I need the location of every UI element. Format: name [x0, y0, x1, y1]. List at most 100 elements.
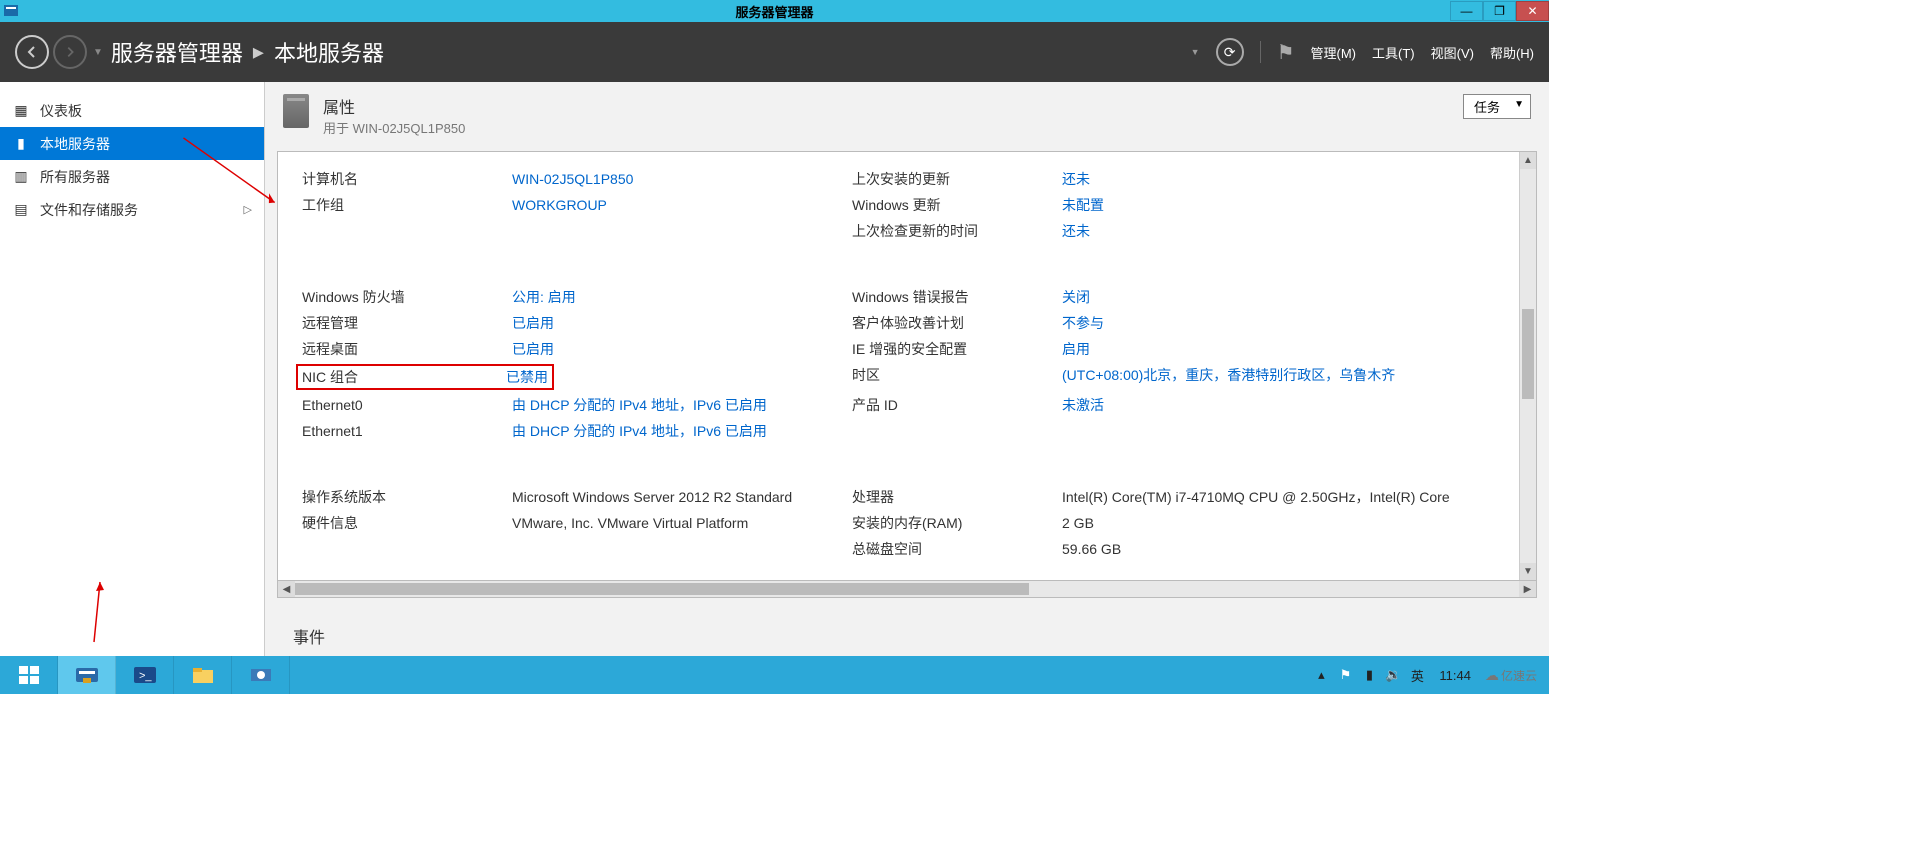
maximize-button[interactable]: ❐ [1483, 1, 1516, 21]
property-value[interactable]: 关闭 [1062, 286, 1495, 308]
sidebar-item-label: 文件和存储服务 [40, 200, 138, 220]
property-value[interactable]: (UTC+08:00)北京，重庆，香港特别行政区，乌鲁木齐 [1062, 364, 1495, 390]
menu-tools[interactable]: 工具(T) [1372, 43, 1415, 62]
watermark-text: 亿速云 [1501, 667, 1537, 684]
header-dropdown-icon[interactable]: ▼ [1191, 47, 1200, 57]
nav-forward-button[interactable] [53, 35, 87, 69]
task-settings[interactable] [232, 656, 290, 694]
refresh-icon[interactable]: ⟳ [1216, 38, 1244, 66]
highlight-annotation: NIC 组合已禁用 [296, 364, 554, 390]
property-label [852, 420, 1062, 442]
header-toolbar: ▼ 服务器管理器 ▸ 本地服务器 ▼ ⟳ ⚑ 管理(M) 工具(T) 视图(V)… [0, 22, 1549, 82]
property-label: 工作组 [302, 194, 512, 216]
cloud-icon: ☁ [1485, 667, 1499, 684]
property-row: 硬件信息VMware, Inc. VMware Virtual Platform… [302, 512, 1495, 534]
property-label: NIC 组合已禁用 [302, 364, 852, 390]
property-label: 总磁盘空间 [852, 538, 1062, 560]
scroll-thumb[interactable] [1522, 309, 1534, 399]
servers-icon: ▥ [12, 168, 30, 185]
property-value[interactable]: 还未 [1062, 168, 1495, 190]
tray-up-icon[interactable]: ▴ [1313, 667, 1329, 683]
property-value[interactable]: 未激活 [1062, 394, 1495, 416]
sidebar-item-label: 所有服务器 [40, 167, 110, 187]
property-value[interactable]: 启用 [1062, 338, 1495, 360]
menu-help[interactable]: 帮助(H) [1490, 43, 1534, 62]
scroll-track-h[interactable] [295, 581, 1519, 597]
start-button[interactable] [0, 656, 58, 694]
property-row: 上次检查更新的时间还未 [302, 220, 1495, 242]
property-label: Ethernet0 [302, 394, 512, 416]
property-row: Ethernet0由 DHCP 分配的 IPv4 地址，IPv6 已启用产品 I… [302, 394, 1495, 416]
scroll-thumb-h[interactable] [295, 583, 1029, 595]
properties-header: 属性 用于 WIN-02J5QL1P850 任务 [265, 82, 1549, 145]
property-label: 处理器 [852, 486, 1062, 508]
system-tray: ▴ ⚑ ▮ 🔉 英 11:44 ☁ 亿速云 [1305, 656, 1549, 694]
property-value[interactable]: WIN-02J5QL1P850 [512, 168, 852, 190]
property-label: 远程管理 [302, 312, 512, 334]
scroll-left-arrow[interactable]: ◀ [278, 581, 295, 597]
tray-sound-icon[interactable]: 🔉 [1385, 667, 1401, 683]
notifications-flag-icon[interactable]: ⚑ [1277, 40, 1295, 65]
scroll-track[interactable] [1520, 169, 1536, 563]
property-label [302, 538, 512, 560]
property-value: VMware, Inc. VMware Virtual Platform [512, 512, 852, 534]
header-right: ▼ ⟳ ⚑ 管理(M) 工具(T) 视图(V) 帮助(H) [1191, 38, 1534, 66]
sidebar-item-label: 仪表板 [40, 101, 82, 121]
nav-history-dropdown[interactable]: ▼ [93, 47, 103, 58]
property-value[interactable]: 由 DHCP 分配的 IPv4 地址，IPv6 已启用 [512, 394, 852, 416]
tray-flag-icon[interactable]: ⚑ [1337, 667, 1353, 683]
events-title: 事件 [265, 598, 1549, 648]
property-label: 上次检查更新的时间 [852, 220, 1062, 242]
nav-back-button[interactable] [15, 35, 49, 69]
property-label: 计算机名 [302, 168, 512, 190]
property-value[interactable]: 还未 [1062, 220, 1495, 242]
task-server-manager[interactable] [58, 656, 116, 694]
minimize-button[interactable]: — [1450, 1, 1483, 21]
scroll-up-arrow[interactable]: ▲ [1520, 152, 1536, 169]
sidebar-item-local-server[interactable]: ▮ 本地服务器 [0, 127, 264, 160]
breadcrumb-root[interactable]: 服务器管理器 [111, 36, 243, 68]
scroll-right-arrow[interactable]: ▶ [1519, 581, 1536, 597]
tray-ime[interactable]: 英 [1409, 667, 1425, 683]
sidebar: ▦ 仪表板 ▮ 本地服务器 ▥ 所有服务器 ▤ 文件和存储服务 ▷ [0, 82, 265, 656]
property-value[interactable]: 公用: 启用 [512, 286, 852, 308]
property-value[interactable]: 已启用 [512, 312, 852, 334]
window-titlebar: 服务器管理器 — ❐ ✕ [0, 0, 1549, 22]
breadcrumb: 服务器管理器 ▸ 本地服务器 [111, 36, 384, 68]
property-label: 安装的内存(RAM) [852, 512, 1062, 534]
properties-box: 计算机名WIN-02J5QL1P850上次安装的更新还未工作组WORKGROUP… [277, 151, 1537, 581]
property-value [512, 220, 852, 242]
property-label [302, 220, 512, 242]
property-value: Microsoft Windows Server 2012 R2 Standar… [512, 486, 852, 508]
property-value: 2 GB [1062, 512, 1495, 534]
sidebar-item-dashboard[interactable]: ▦ 仪表板 [0, 94, 264, 127]
property-value[interactable]: WORKGROUP [512, 194, 852, 216]
property-label: Ethernet1 [302, 420, 512, 442]
vertical-scrollbar[interactable]: ▲ ▼ [1519, 152, 1536, 580]
scroll-down-arrow[interactable]: ▼ [1520, 563, 1536, 580]
property-label: 上次安装的更新 [852, 168, 1062, 190]
app-icon [0, 0, 22, 22]
property-label: IE 增强的安全配置 [852, 338, 1062, 360]
horizontal-scrollbar[interactable]: ◀ ▶ [277, 581, 1537, 598]
close-button[interactable]: ✕ [1516, 1, 1549, 21]
property-value[interactable]: 已启用 [512, 338, 852, 360]
property-label: Windows 错误报告 [852, 286, 1062, 308]
breadcrumb-separator: ▸ [253, 39, 264, 65]
property-value[interactable]: 不参与 [1062, 312, 1495, 334]
property-row: 远程桌面已启用IE 增强的安全配置启用 [302, 338, 1495, 360]
task-powershell[interactable]: >_ [116, 656, 174, 694]
sidebar-item-file-storage[interactable]: ▤ 文件和存储服务 ▷ [0, 193, 264, 226]
property-row: 操作系统版本Microsoft Windows Server 2012 R2 S… [302, 486, 1495, 508]
property-row: Ethernet1由 DHCP 分配的 IPv4 地址，IPv6 已启用 [302, 420, 1495, 442]
task-explorer[interactable] [174, 656, 232, 694]
tray-network-icon[interactable]: ▮ [1361, 667, 1377, 683]
tray-clock[interactable]: 11:44 [1433, 668, 1477, 683]
sidebar-item-all-servers[interactable]: ▥ 所有服务器 [0, 160, 264, 193]
property-value[interactable]: 未配置 [1062, 194, 1495, 216]
property-value [1062, 420, 1495, 442]
menu-manage[interactable]: 管理(M) [1311, 43, 1357, 62]
property-value[interactable]: 由 DHCP 分配的 IPv4 地址，IPv6 已启用 [512, 420, 852, 442]
menu-view[interactable]: 视图(V) [1431, 43, 1474, 62]
tasks-dropdown-button[interactable]: 任务 [1463, 94, 1531, 119]
